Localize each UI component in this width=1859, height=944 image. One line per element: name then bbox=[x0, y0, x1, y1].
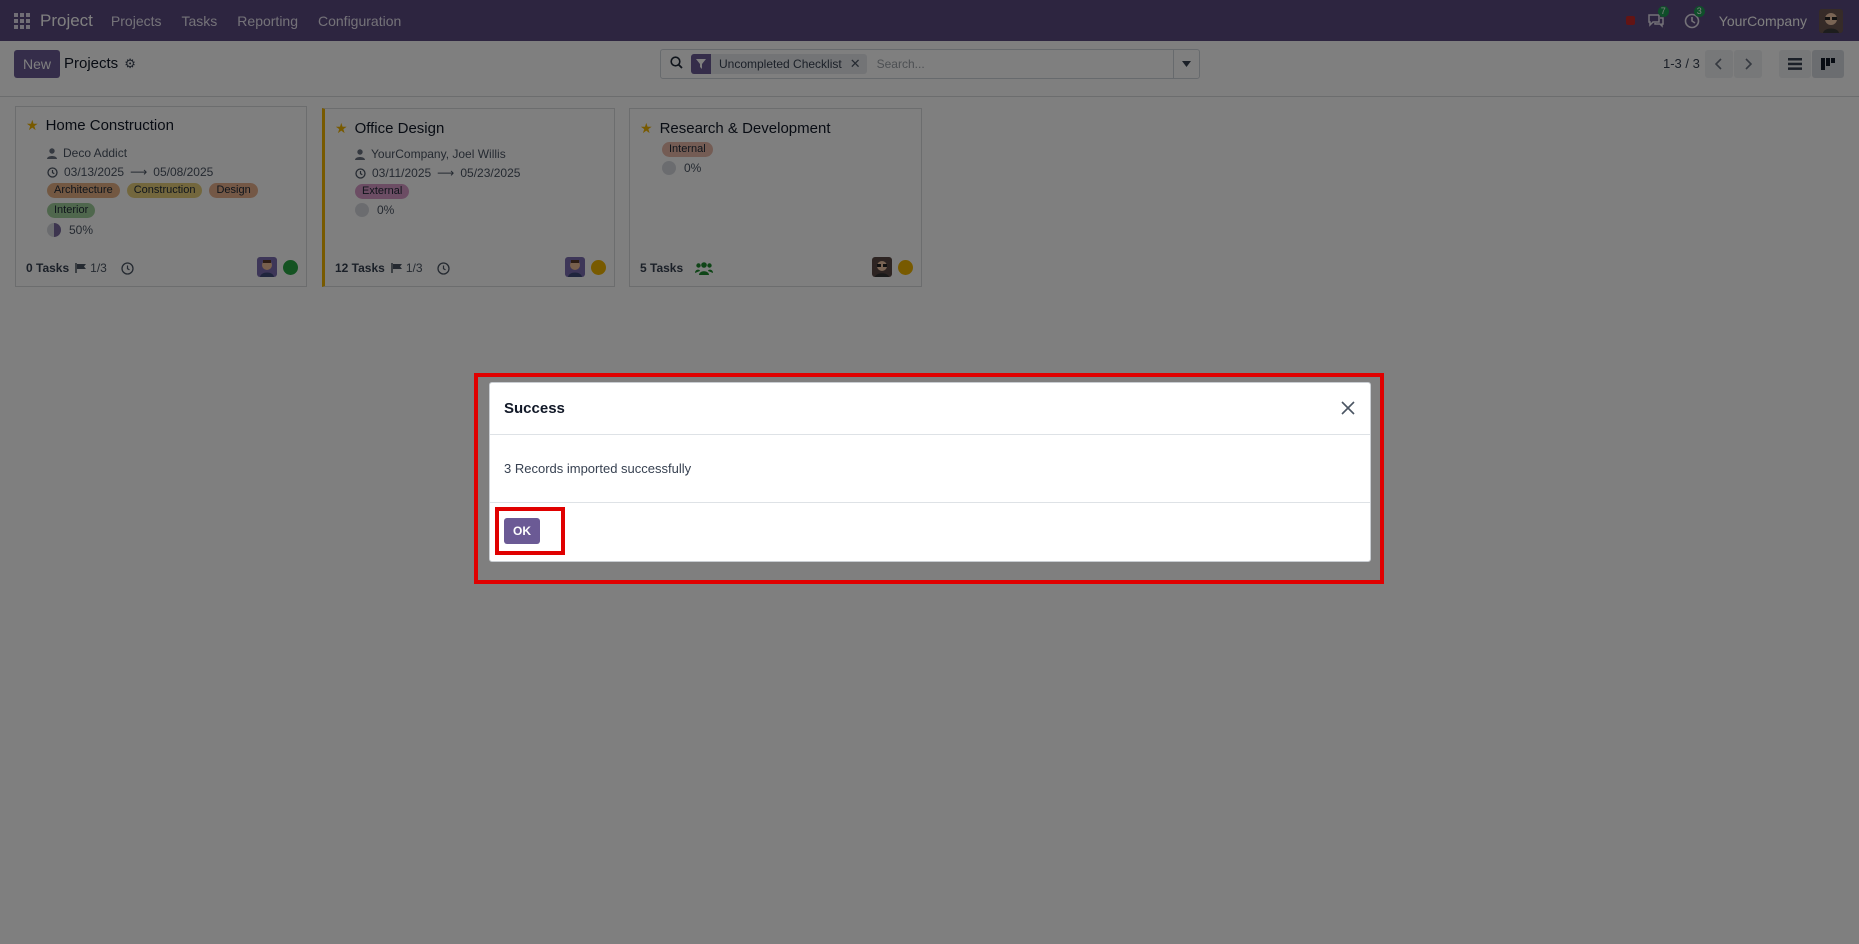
ok-button-highlight-box bbox=[495, 507, 565, 555]
dialog-footer: OK bbox=[490, 503, 1370, 561]
close-icon[interactable] bbox=[1340, 400, 1356, 416]
dialog-message: 3 Records imported successfully bbox=[504, 461, 692, 476]
dialog-title: Success bbox=[504, 400, 565, 417]
dialog-header: Success bbox=[490, 383, 1370, 435]
success-dialog: Success 3 Records imported successfully … bbox=[489, 382, 1371, 562]
dialog-body: 3 Records imported successfully bbox=[490, 435, 1370, 503]
